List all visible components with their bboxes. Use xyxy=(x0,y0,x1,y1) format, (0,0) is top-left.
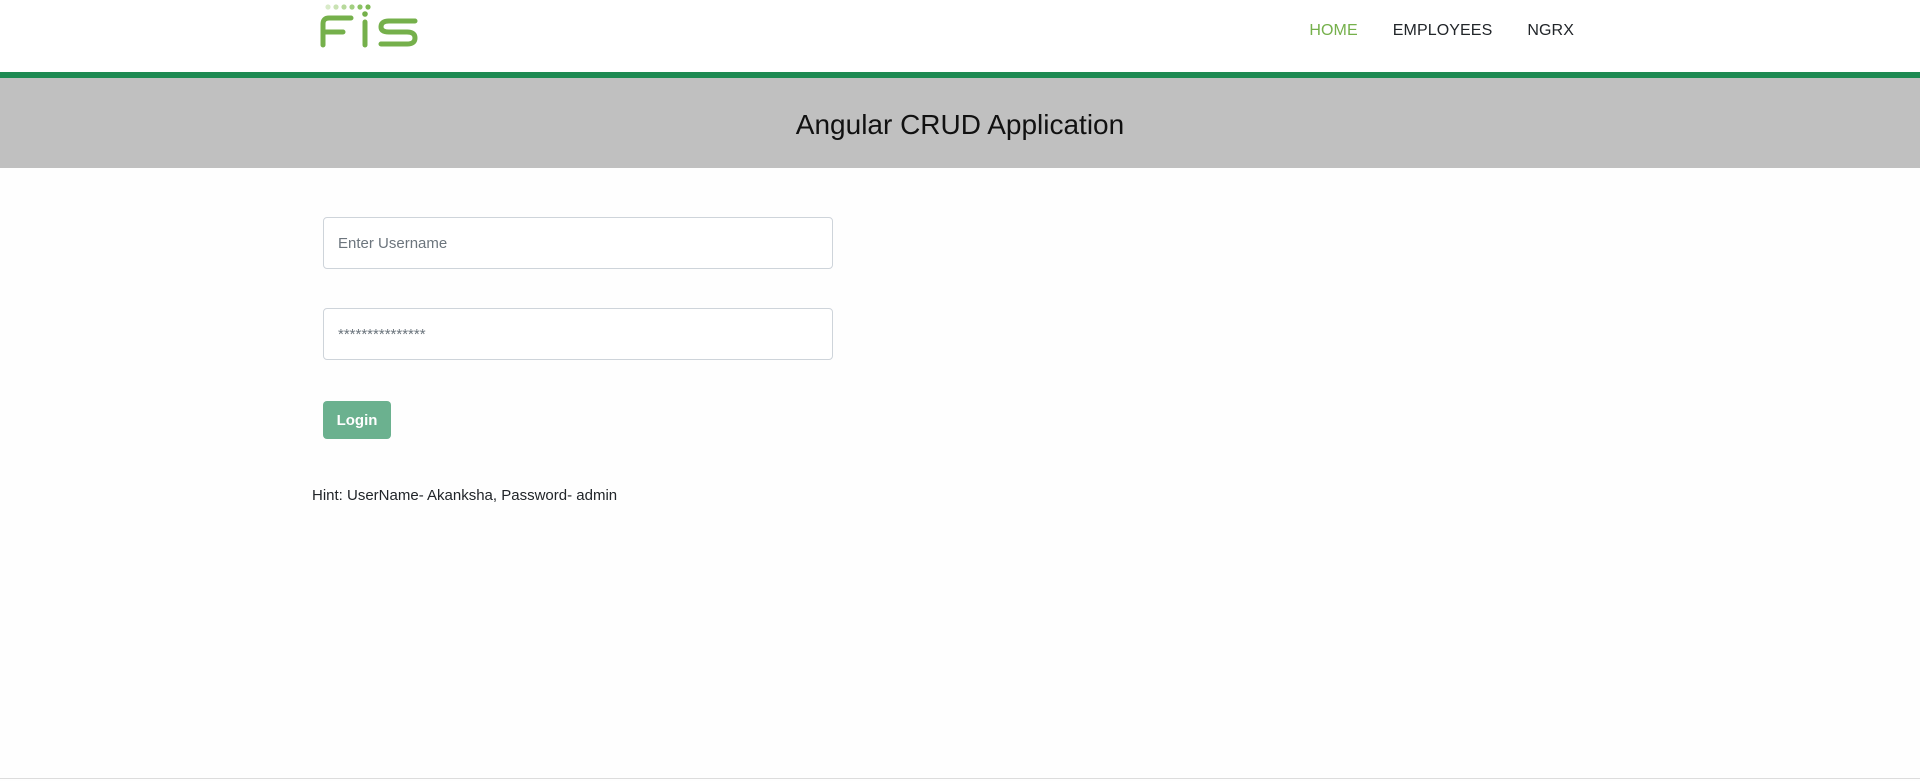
login-form: Login xyxy=(323,217,833,439)
fis-logo-icon[interactable] xyxy=(317,2,421,48)
page-title: Angular CRUD Application xyxy=(795,109,1125,140)
password-input[interactable] xyxy=(323,308,833,360)
top-navbar: HOME EMPLOYEES NGRX xyxy=(0,0,1920,72)
nav-item-employees[interactable]: EMPLOYEES xyxy=(1393,22,1493,40)
login-button[interactable]: Login xyxy=(323,401,391,439)
nav-item-home[interactable]: HOME xyxy=(1309,22,1357,40)
nav-item-ngrx[interactable]: NGRX xyxy=(1527,22,1574,40)
page-banner: Angular CRUD Application xyxy=(0,78,1920,168)
main-nav: HOME EMPLOYEES NGRX xyxy=(1309,22,1574,40)
username-input[interactable] xyxy=(323,217,833,269)
footer-divider xyxy=(0,778,1920,779)
login-hint: Hint: UserName- Akanksha, Password- admi… xyxy=(312,487,618,504)
